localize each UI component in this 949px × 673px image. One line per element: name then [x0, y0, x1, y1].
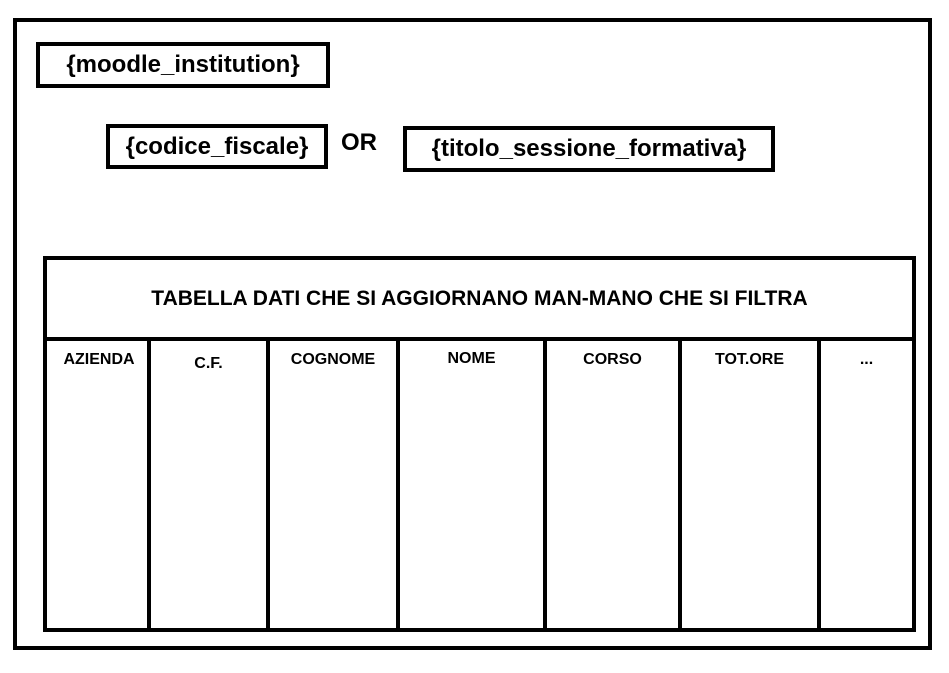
column-divider — [817, 341, 821, 628]
data-table: TABELLA DATI CHE SI AGGIORNANO MAN-MANO … — [43, 256, 916, 632]
or-connector: OR — [341, 129, 377, 156]
column-header-cognome[interactable]: COGNOME — [270, 351, 396, 369]
titolo-sessione-filter[interactable]: {titolo_sessione_formativa} — [403, 126, 775, 172]
column-divider — [147, 341, 151, 628]
moodle-institution-filter[interactable]: {moodle_institution} — [36, 42, 330, 88]
column-header-corso[interactable]: CORSO — [547, 351, 678, 369]
codice-fiscale-filter[interactable]: {codice_fiscale} — [106, 124, 328, 169]
column-header-cf[interactable]: C.F. — [151, 355, 266, 373]
column-divider — [396, 341, 400, 628]
table-title: TABELLA DATI CHE SI AGGIORNANO MAN-MANO … — [47, 260, 912, 341]
titolo-sessione-label: {titolo_sessione_formativa} — [431, 135, 747, 162]
column-header-tot-ore[interactable]: TOT.ORE — [682, 351, 817, 369]
codice-fiscale-label: {codice_fiscale} — [125, 132, 309, 160]
column-divider — [543, 341, 547, 628]
column-divider — [678, 341, 682, 628]
column-divider — [266, 341, 270, 628]
moodle-institution-label: {moodle_institution} — [66, 51, 300, 78]
column-header-more[interactable]: ... — [821, 351, 912, 369]
column-header-azienda[interactable]: AZIENDA — [47, 351, 151, 369]
column-header-nome[interactable]: NOME — [400, 350, 543, 368]
